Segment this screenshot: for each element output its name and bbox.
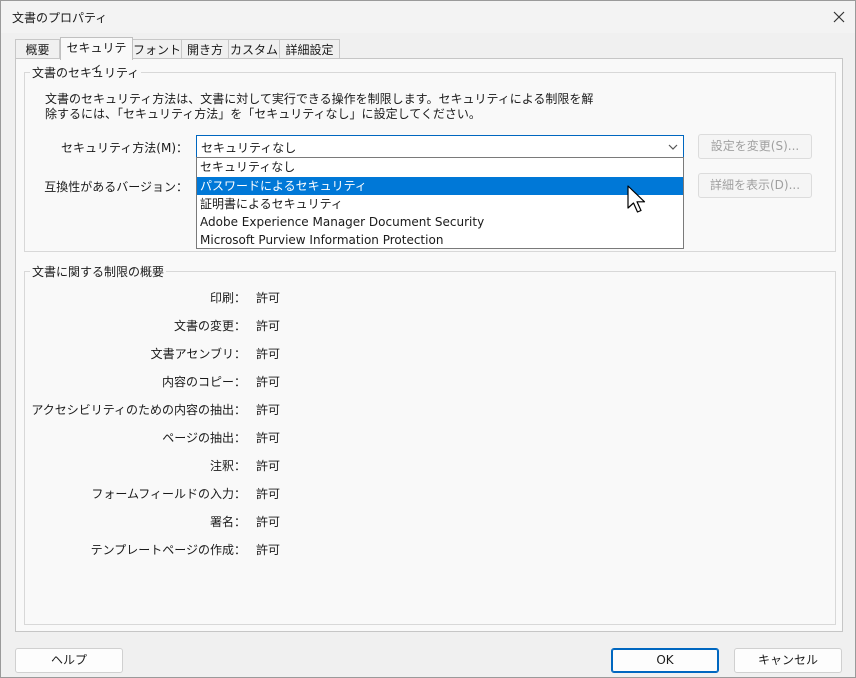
summary-value: 許可 (256, 375, 281, 389)
tab-initial-view[interactable]: 開き方 (181, 39, 229, 59)
show-details-button[interactable]: 詳細を表示(D)... (698, 173, 812, 198)
security-method-select[interactable]: セキュリティなし (196, 135, 684, 158)
option-certificate-security[interactable]: 証明書によるセキュリティ (197, 195, 683, 213)
summary-label: テンプレートページの作成： (90, 543, 246, 557)
mouse-cursor-icon (627, 185, 647, 218)
option-password-security[interactable]: パスワードによるセキュリティ (197, 177, 683, 195)
summary-row-signing: 署名： 許可 (1, 513, 856, 531)
tab-summary[interactable]: 概要 (15, 39, 60, 59)
summary-label: 印刷： (209, 291, 246, 305)
summary-row-template-pages: テンプレートページの作成： 許可 (1, 541, 856, 559)
summary-value: 許可 (256, 487, 281, 501)
summary-label: 文書の変更： (173, 319, 246, 333)
ok-button[interactable]: OK (611, 648, 719, 673)
summary-row-print: 印刷： 許可 (1, 289, 856, 307)
window-title: 文書のプロパティ (12, 11, 108, 25)
security-description-line-2: 除するには、「セキュリティ方法」を「セキュリティなし」に設定してください。 (45, 107, 481, 121)
summary-row-page-extract: ページの抽出： 許可 (1, 429, 856, 447)
summary-row-modify: 文書の変更： 許可 (1, 317, 856, 335)
summary-value: 許可 (256, 291, 281, 305)
summary-value: 許可 (256, 515, 281, 529)
summary-value: 許可 (256, 347, 281, 361)
option-purview-information-protection[interactable]: Microsoft Purview Information Protection (197, 231, 683, 249)
tab-fonts[interactable]: フォント (132, 39, 182, 59)
summary-row-accessibility-extract: アクセシビリティのための内容の抽出： 許可 (1, 401, 856, 419)
summary-label: 内容のコピー： (161, 375, 246, 389)
security-method-dropdown: セキュリティなし パスワードによるセキュリティ 証明書によるセキュリティ Ado… (196, 157, 684, 249)
summary-row-form-fill: フォームフィールドの入力： 許可 (1, 485, 856, 503)
restrictions-summary-group-title: 文書に関する制限の概要 (30, 263, 167, 280)
chevron-down-icon (667, 141, 679, 153)
option-aem-document-security[interactable]: Adobe Experience Manager Document Securi… (197, 213, 683, 231)
security-method-label: セキュリティ方法(M)： (61, 141, 188, 155)
summary-value: 許可 (256, 543, 281, 557)
summary-label: 文書アセンブリ： (150, 347, 246, 361)
document-security-group-title: 文書のセキュリティ (30, 64, 142, 81)
option-no-security[interactable]: セキュリティなし (197, 158, 683, 176)
security-method-value: セキュリティなし (201, 141, 297, 155)
summary-row-assembly: 文書アセンブリ： 許可 (1, 345, 856, 363)
tab-advanced[interactable]: 詳細設定 (279, 39, 340, 59)
summary-value: 許可 (256, 459, 281, 473)
tab-security[interactable]: セキュリティ (60, 37, 133, 75)
summary-value: 許可 (256, 319, 281, 333)
change-settings-button[interactable]: 設定を変更(S)... (698, 134, 812, 159)
summary-row-copy: 内容のコピー： 許可 (1, 373, 856, 391)
document-properties-dialog: 文書のプロパティ 概要 セキュリティ フォント 開き方 カスタム 詳細設定 文書… (0, 0, 856, 678)
cancel-button[interactable]: キャンセル (734, 648, 842, 673)
summary-label: 署名： (209, 515, 246, 529)
title-bar: 文書のプロパティ (1, 1, 855, 33)
summary-value: 許可 (256, 403, 281, 417)
summary-label: ページの抽出： (162, 431, 246, 445)
compatible-version-label: 互換性があるバージョン： (44, 180, 188, 194)
summary-label: フォームフィールドの入力： (91, 487, 246, 501)
summary-label: アクセシビリティのための内容の抽出： (31, 403, 246, 417)
summary-value: 許可 (256, 431, 281, 445)
help-button[interactable]: ヘルプ (15, 648, 123, 673)
tab-custom[interactable]: カスタム (228, 39, 280, 59)
close-icon[interactable] (827, 5, 851, 29)
summary-row-comments: 注釈： 許可 (1, 457, 856, 475)
summary-label: 注釈： (209, 459, 246, 473)
